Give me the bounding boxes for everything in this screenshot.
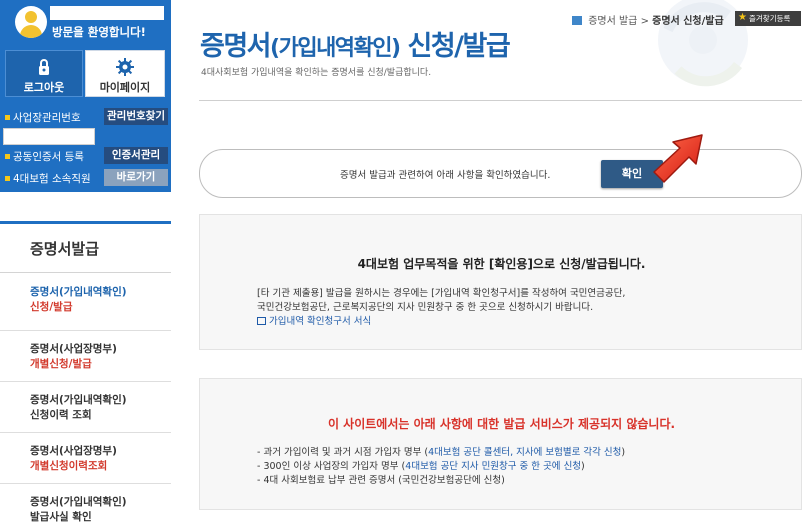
header-divider xyxy=(199,100,802,101)
menu-item-history[interactable]: 증명서(가입내역확인) 신청이력 조회 xyxy=(0,382,171,433)
page-title: 증명서(가입내역확인) 신청/발급 xyxy=(200,31,511,62)
gear-icon xyxy=(116,58,134,76)
menu-item-verify[interactable]: 증명서(가입내역확인) 발급사실 확인 xyxy=(0,484,171,527)
star-icon: ★ xyxy=(738,12,747,23)
mypage-label: 마이페이지 xyxy=(99,81,151,94)
left-menu-title: 증명서발급 xyxy=(0,221,171,273)
cert-register-link[interactable]: 공동인증서 등록 xyxy=(13,151,84,163)
notice-not-provided: 이 사이트에서는 아래 사항에 대한 발급 서비스가 제공되지 않습니다. - … xyxy=(199,378,802,510)
menu-item-roster-apply[interactable]: 증명서(사업장명부) 개별신청/발급 xyxy=(0,331,171,382)
favorites-button[interactable]: ★ 즐겨찾기등록 xyxy=(735,11,801,26)
home-icon[interactable] xyxy=(572,16,582,25)
breadcrumb-current: 증명서 신청/발급 xyxy=(652,16,724,27)
notice1-body: [타 기관 제출용] 발급을 원하시는 경우에는 [가입내역 확인청구서]를 작… xyxy=(257,288,626,329)
welcome-text: 방문을 환영합니다! xyxy=(52,25,146,39)
logout-button[interactable]: 로그아웃 xyxy=(5,50,83,97)
cert-register-row: 공동인증서 등록 인증서관리 xyxy=(0,147,171,165)
cert-manage-button[interactable]: 인증서관리 xyxy=(104,147,168,164)
breadcrumb: 증명서 발급 > 증명서 신청/발급 xyxy=(572,12,724,27)
biz-number-label: 사업장관리번호 xyxy=(13,112,81,124)
notice-confirm-use: 4대보험 업무목적을 위한 [확인용]으로 신청/발급됩니다. [타 기관 제출… xyxy=(199,214,802,350)
logout-label: 로그아웃 xyxy=(23,81,65,94)
notice2-body: - 과거 가입이력 및 과거 시점 가입자 명부 (4대보험 공단 콜센터, 지… xyxy=(257,446,625,488)
biz-number-row: 사업장관리번호 관리번호찾기 xyxy=(0,108,171,126)
mypage-button[interactable]: 마이페이지 xyxy=(85,50,165,97)
document-icon xyxy=(257,317,266,325)
user-panel: 방문을 환영합니다! 로그아웃 마이페이지 사업장관리번호 관리번호찾기 공동인… xyxy=(0,0,171,192)
confirm-text: 증명서 발급과 관련하여 아래 사항을 확인하였습니다. xyxy=(340,170,551,181)
bullet-icon xyxy=(5,115,10,120)
menu-item-apply[interactable]: 증명서(가입내역확인) 신청/발급 xyxy=(0,273,171,331)
page-subtitle: 4대사회보험 가입내역을 확인하는 증명서를 신청/발급합니다. xyxy=(201,68,432,78)
goto-button[interactable]: 바로가기 xyxy=(104,169,168,186)
bullet-icon xyxy=(5,176,10,181)
biz-number-input[interactable] xyxy=(3,128,95,145)
notice2-heading: 이 사이트에서는 아래 사항에 대한 발급 서비스가 제공되지 않습니다. xyxy=(327,417,676,431)
user-name-box xyxy=(50,6,164,20)
welcome-area: 방문을 환영합니다! xyxy=(0,0,171,44)
staff-row: 4대보험 소속직원 바로가기 xyxy=(0,169,171,187)
menu-item-roster-history[interactable]: 증명서(사업장명부) 개별신청이력조회 xyxy=(0,433,171,484)
notice2-item: - 300인 이상 사업장의 가입자 명부 (4대보험 공단 지사 민원창구 중… xyxy=(257,461,585,472)
request-form-link[interactable]: 가입내역 확인청구서 서식 xyxy=(257,315,625,329)
breadcrumb-parent[interactable]: 증명서 발급 xyxy=(588,16,637,27)
lock-icon xyxy=(39,59,49,75)
notice1-heading: 4대보험 업무목적을 위한 [확인용]으로 신청/발급됩니다. xyxy=(357,257,646,271)
avatar xyxy=(15,6,47,38)
red-arrow-icon xyxy=(653,134,703,183)
bullet-icon xyxy=(5,154,10,159)
notice2-item: - 과거 가입이력 및 과거 시점 가입자 명부 (4대보험 공단 콜센터, 지… xyxy=(257,447,626,458)
breadcrumb-separator: > xyxy=(640,16,649,27)
left-menu: 증명서발급 증명서(가입내역확인) 신청/발급 증명서(사업장명부) 개별신청/… xyxy=(0,221,171,527)
staff-label: 4대보험 소속직원 xyxy=(13,173,91,185)
find-number-button[interactable]: 관리번호찾기 xyxy=(104,108,168,125)
notice2-item: - 4대 사회보험료 납부 관련 증명서 (국민건강보험공단에 신청) xyxy=(257,475,505,486)
